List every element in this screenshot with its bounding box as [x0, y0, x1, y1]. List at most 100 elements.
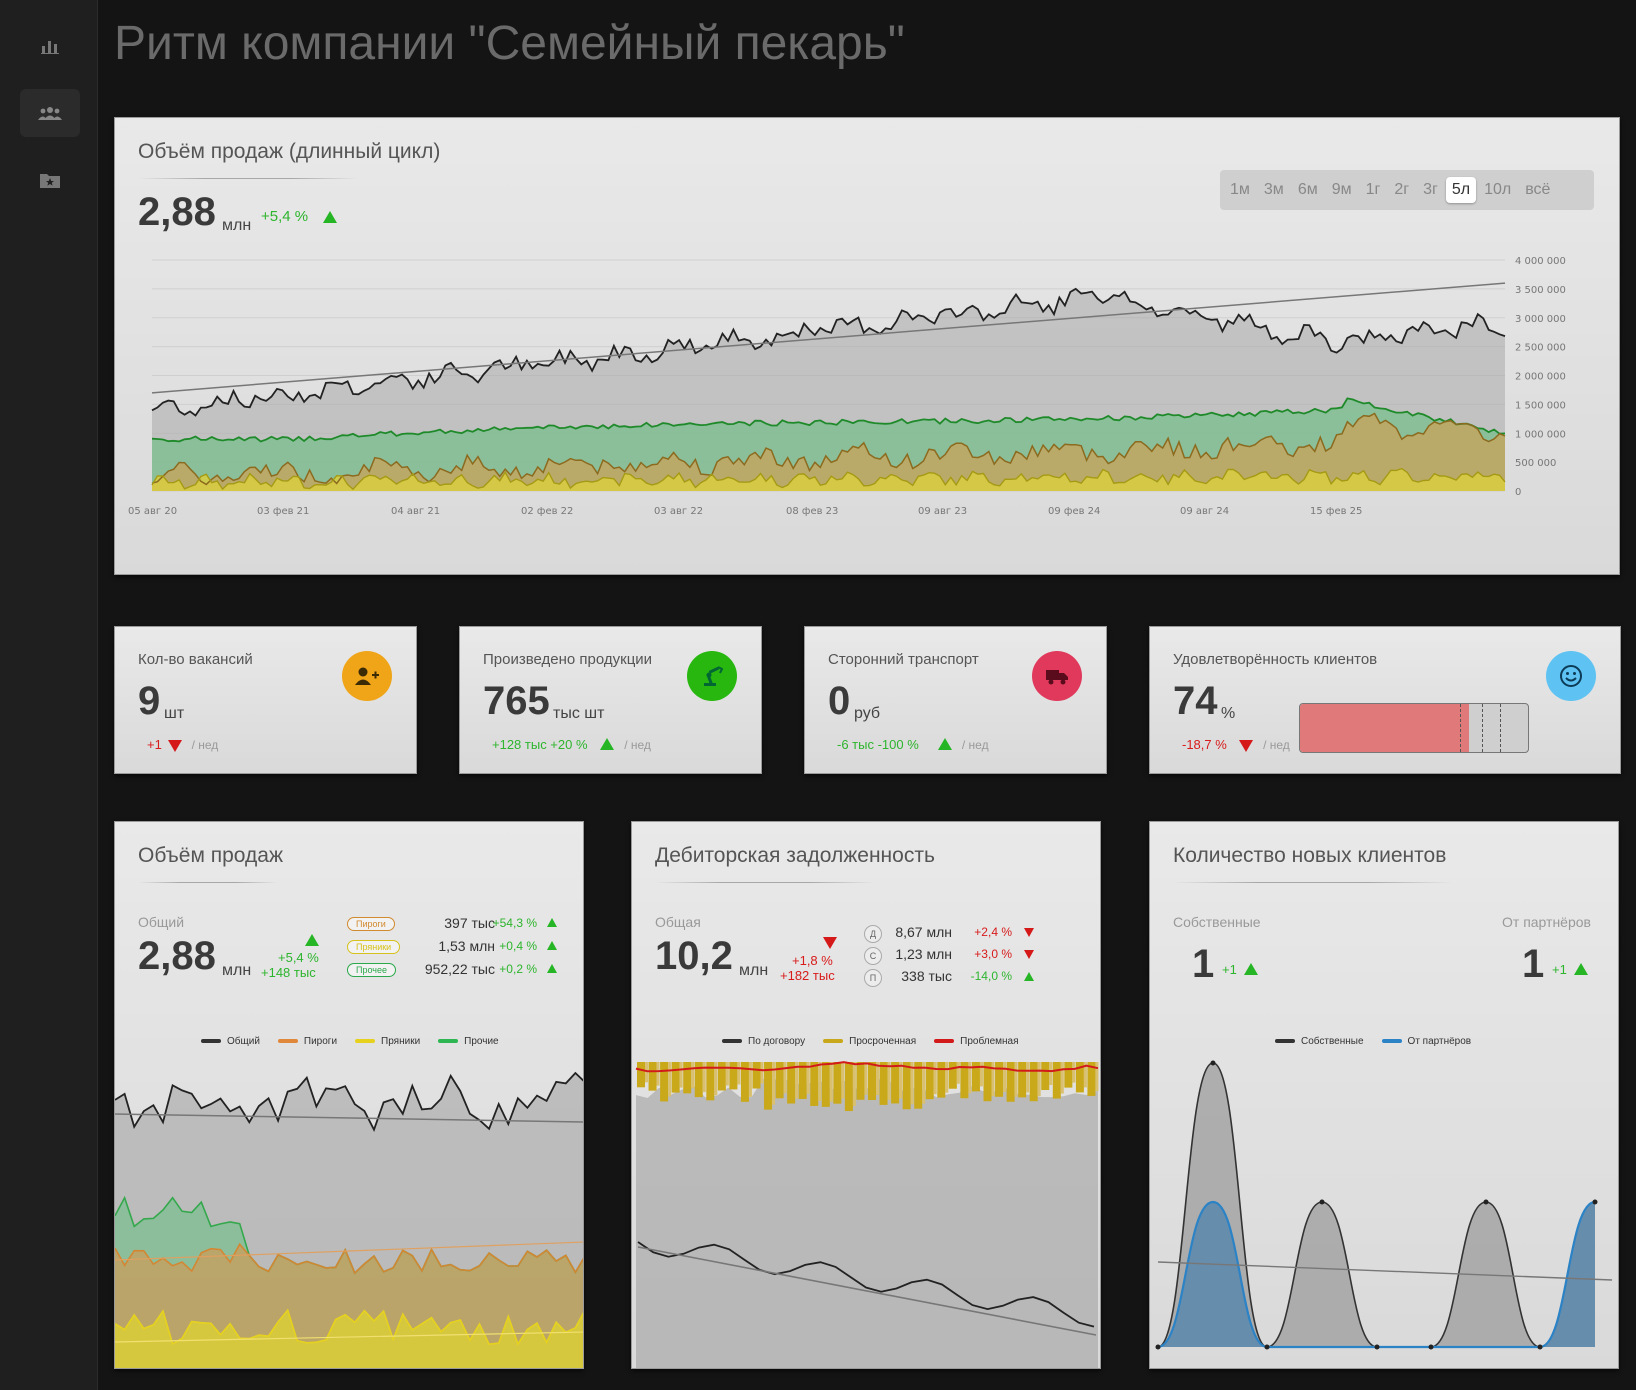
debt-type-badge: С — [864, 947, 882, 965]
category-value: 1,53 млн — [438, 938, 495, 954]
category-badge: Пряники — [347, 940, 401, 954]
debt-overdue-bar-edge — [760, 1062, 764, 1084]
debt-overdue-bar — [937, 1062, 946, 1098]
own-clients-point — [1264, 1344, 1270, 1350]
sidebar — [0, 0, 98, 1390]
debt-type-badge: П — [864, 969, 882, 987]
up-arrow-icon — [547, 964, 557, 973]
up-arrow-icon — [547, 918, 557, 927]
debt-overdue-bar-edge — [887, 1062, 891, 1100]
debt-overdue-bar-edge — [864, 1062, 868, 1095]
period-2[interactable]: 6м — [1292, 177, 1324, 203]
kpi-delta: +1 — [147, 737, 162, 752]
debt-overdue-bar — [729, 1062, 738, 1090]
gauge-marker — [1500, 704, 1501, 752]
x-tick-label: 04 авг 21 — [391, 506, 440, 517]
period-1[interactable]: 3м — [1258, 177, 1290, 203]
debt-overdue-bar-edge — [899, 1062, 903, 1099]
kpi-title: Кол-во вакансий — [138, 651, 253, 668]
debt-overdue-bar — [856, 1062, 865, 1100]
debt-overdue-bar-edge — [1037, 1062, 1041, 1097]
kpi-period: / нед — [961, 738, 989, 752]
debt-overdue-bar — [948, 1062, 957, 1089]
sales-chart — [115, 1071, 583, 1368]
page-title: Ритм компании "Семейный пекарь" — [114, 17, 905, 70]
x-tick-label: 03 фев 21 — [257, 506, 309, 517]
kpi-unit: руб — [854, 705, 881, 722]
period-8[interactable]: 10л — [1478, 177, 1517, 203]
period-selector: 1м 3м 6м 9м 1г 2г 3г 5л 10л всё — [1220, 170, 1594, 210]
nav-users[interactable] — [20, 89, 80, 137]
nav-folders[interactable] — [20, 156, 80, 204]
debt-overdue-bar-edge — [691, 1062, 695, 1089]
debt-card: Дебиторская задолженность Общая 10,2 млн… — [631, 821, 1101, 1369]
robot-arm-icon — [687, 651, 737, 701]
debt-overdue-bar — [752, 1062, 761, 1089]
debt-overdue-bar-edge — [979, 1062, 983, 1087]
period-4[interactable]: 1г — [1360, 177, 1387, 203]
debt-overdue-bar-edge — [656, 1062, 660, 1086]
sales-card: Объём продаж Общий 2,88 млн +5,4 % +148 … — [114, 821, 584, 1369]
kpi-title: Удовлетворённость клиентов — [1173, 651, 1378, 668]
kpi-value: 9 — [138, 679, 161, 723]
x-tick-label: 09 авг 24 — [1180, 506, 1229, 517]
down-arrow-icon — [1024, 928, 1034, 937]
period-3[interactable]: 9м — [1326, 177, 1358, 203]
debt-overdue-bar-edge — [1095, 1062, 1099, 1091]
kpi-period: / нед — [1263, 738, 1290, 752]
kpi-card-0: Кол-во вакансий 9 шт +1 / нед — [114, 626, 417, 774]
x-tick-label: 09 авг 23 — [918, 506, 967, 517]
x-tick-label: 05 авг 20 — [128, 506, 177, 517]
users-icon — [38, 107, 62, 120]
debt-overdue-bar-edge — [841, 1062, 845, 1099]
debt-overdue-bar — [914, 1062, 923, 1109]
kpi-card-2: Сторонний транспорт 0 руб -6 тыс -100 % / не… — [804, 626, 1107, 774]
period-9[interactable]: всё — [1519, 177, 1556, 203]
down-arrow-icon — [1239, 740, 1254, 752]
y-tick-label: 2 500 000 — [1515, 343, 1566, 354]
y-tick-label: 1 500 000 — [1515, 400, 1566, 411]
category-badge: Пироги — [347, 917, 395, 931]
debt-overdue-bar — [683, 1062, 692, 1094]
kpi-card-3: Удовлетворённость клиентов 74% -18,7 % / не… — [1149, 626, 1621, 774]
period-0[interactable]: 1м — [1224, 177, 1256, 203]
debt-overdue-bar — [660, 1062, 669, 1102]
kpi-delta: +128 тыс +20 % — [492, 737, 588, 752]
nav-dashboard[interactable] — [20, 22, 80, 70]
debt-overdue-bar — [775, 1062, 784, 1099]
debt-overdue-bar-edge — [1049, 1062, 1053, 1086]
debt-overdue-bar-edge — [737, 1062, 741, 1085]
truck-icon — [1032, 651, 1082, 701]
debt-row-value: 338 тыс — [901, 968, 952, 984]
bar-chart-icon — [41, 41, 59, 54]
period-5[interactable]: 2г — [1388, 177, 1415, 203]
period-6[interactable]: 3г — [1417, 177, 1444, 203]
kpi-unit: тыс шт — [553, 705, 605, 722]
debt-overdue-bar — [844, 1062, 853, 1112]
debt-overdue-bar — [833, 1062, 842, 1104]
period-7[interactable]: 5л — [1445, 177, 1477, 203]
up-arrow-icon — [1024, 972, 1034, 981]
debt-overdue-bar — [891, 1062, 900, 1104]
own-clients-point — [1537, 1344, 1543, 1350]
debt-overdue-bar-edge — [1003, 1062, 1007, 1092]
debt-overdue-bar-edge — [956, 1062, 960, 1084]
debt-row-delta: +2,4 % — [974, 925, 1012, 939]
debt-overdue-bar-edge — [748, 1062, 752, 1097]
debt-overdue-bar — [868, 1062, 876, 1101]
debt-type-badge: Д — [864, 925, 882, 943]
kpi-period: / нед — [191, 738, 219, 752]
debt-overdue-bar — [648, 1062, 657, 1091]
debt-row-value: 1,23 млн — [895, 946, 952, 962]
debt-overdue-bar-edge — [1026, 1062, 1030, 1093]
own-clients-point — [1483, 1199, 1489, 1205]
y-tick-label: 1 000 000 — [1515, 429, 1566, 440]
debt-overdue-bar — [821, 1062, 830, 1107]
up-arrow-icon — [937, 738, 952, 750]
debt-overdue-bar-edge — [679, 1062, 683, 1088]
own-clients-point — [1592, 1199, 1598, 1205]
debt-overdue-bar-edge — [772, 1062, 776, 1105]
up-arrow-icon — [600, 738, 615, 750]
debt-overdue-bar — [637, 1062, 645, 1088]
debt-row-delta: +3,0 % — [974, 947, 1012, 961]
